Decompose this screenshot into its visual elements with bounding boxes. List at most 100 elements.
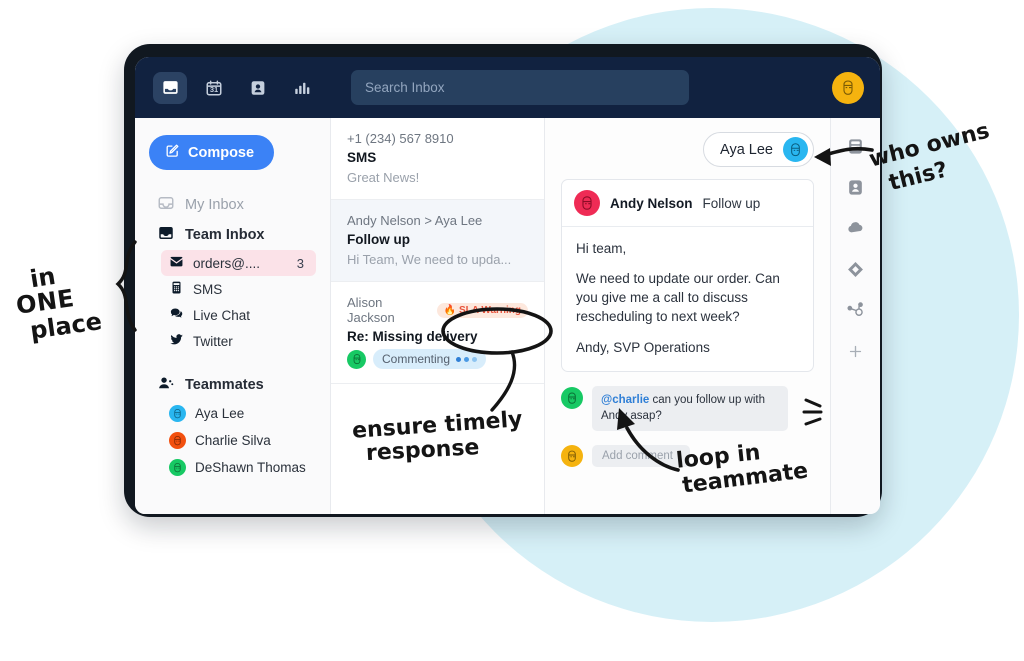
typing-dots-icon — [456, 356, 478, 362]
cloud-icon[interactable] — [845, 217, 867, 239]
message-detail-pane: Aya Lee Andy Nelson Follow up Hi team, W… — [545, 118, 830, 514]
sidebar-item-orders[interactable]: orders@.... 3 — [161, 250, 316, 276]
conversation-item[interactable]: +1 (234) 567 8910 SMS Great News! — [331, 118, 544, 200]
avatar[interactable] — [832, 71, 864, 104]
analytics-icon[interactable] — [285, 72, 319, 104]
message-paragraph: Hi team, — [576, 241, 627, 256]
hubspot-icon[interactable] — [845, 299, 867, 321]
mention-link[interactable]: @charlie — [601, 394, 649, 406]
contact-card-icon[interactable] — [845, 176, 867, 198]
avatar — [169, 459, 186, 476]
chat-bubble-icon — [169, 306, 184, 324]
commenting-pill: Commenting — [373, 349, 487, 369]
add-comment-row: Add comment — [561, 445, 814, 468]
top-navigation-bar: 31 Search Inbox — [135, 57, 880, 118]
calendar-day-label: 31 — [209, 85, 219, 94]
envelope-icon — [169, 254, 184, 272]
assignee-row: Aya Lee — [561, 132, 814, 167]
plus-icon[interactable] — [845, 340, 867, 362]
conversation-from: Andy Nelson > Aya Lee — [347, 213, 483, 228]
teammate-aya-lee[interactable]: Aya Lee — [161, 400, 316, 427]
annotation-line: in — [28, 261, 58, 294]
app-window: 31 Search Inbox Compose My Inbox Team In… — [135, 57, 880, 514]
sidebar-item-label: My Inbox — [185, 197, 244, 213]
message-paragraph: We need to update our order. Can you giv… — [576, 271, 780, 325]
sidebar: Compose My Inbox Team Inbox orders@.... … — [135, 118, 331, 514]
avatar — [169, 432, 186, 449]
avatar — [574, 190, 600, 216]
people-icon — [157, 374, 175, 396]
message-sender: Andy Nelson — [610, 195, 693, 211]
calendar-icon[interactable]: 31 — [197, 72, 231, 104]
sidebar-item-team-inbox[interactable]: Team Inbox — [149, 220, 316, 250]
sidebar-item-my-inbox[interactable]: My Inbox — [149, 190, 316, 220]
card-icon[interactable] — [845, 135, 867, 157]
conversation-from: +1 (234) 567 8910 — [347, 131, 454, 146]
inbox-icon[interactable] — [153, 71, 187, 104]
conversation-subject: SMS — [347, 150, 377, 165]
conversation-item[interactable]: Andy Nelson > Aya Lee Follow up Hi Team,… — [331, 200, 544, 282]
conversation-list: +1 (234) 567 8910 SMS Great News! Andy N… — [331, 118, 545, 514]
assignee-selector[interactable]: Aya Lee — [703, 132, 814, 167]
message-card: Andy Nelson Follow up Hi team, We need t… — [561, 179, 814, 372]
sidebar-section-label: Teammates — [185, 377, 264, 393]
conversation-subject: Follow up — [347, 232, 410, 247]
contact-icon[interactable] — [241, 72, 275, 104]
sidebar-section-teammates[interactable]: Teammates — [149, 370, 316, 400]
sidebar-item-twitter[interactable]: Twitter — [161, 328, 316, 354]
conversation-preview: Great News! — [347, 170, 420, 185]
sidebar-channel-list: orders@.... 3 SMS Live Chat Twitter — [161, 250, 316, 354]
avatar — [561, 386, 583, 409]
comment-item: @charlie can you follow up with Andy asa… — [561, 385, 814, 432]
conversation-preview: Hi Team, We need to upda... — [347, 252, 512, 267]
compose-button-label: Compose — [188, 144, 255, 161]
conversation-item[interactable]: Alison Jackson 🔥 SLA Warning Re: Missing… — [331, 282, 544, 384]
annotation-line: place — [28, 306, 104, 345]
avatar — [783, 137, 808, 162]
screenshot-stage: 31 Search Inbox Compose My Inbox Team In… — [0, 0, 1024, 661]
search-placeholder: Search Inbox — [365, 80, 445, 95]
sidebar-item-sms[interactable]: SMS — [161, 276, 316, 302]
teammate-deshawn-thomas[interactable]: DeShawn Thomas — [161, 454, 316, 481]
conversation-from: Alison Jackson — [347, 295, 395, 325]
teammate-charlie-silva[interactable]: Charlie Silva — [161, 427, 316, 454]
avatar — [347, 349, 366, 369]
avatar — [169, 405, 186, 422]
message-header: Andy Nelson Follow up — [562, 180, 813, 227]
compose-button[interactable]: Compose — [149, 135, 275, 170]
sidebar-item-label: Live Chat — [193, 307, 251, 323]
message-paragraph: Andy, SVP Operations — [576, 339, 710, 355]
add-comment-input[interactable]: Add comment — [592, 445, 690, 468]
compose-pencil-icon — [165, 143, 180, 162]
teammate-name: Aya Lee — [195, 406, 245, 421]
unread-count-badge: 3 — [296, 255, 304, 271]
conversation-subject: Re: Missing delivery — [347, 329, 478, 344]
sidebar-item-label: Twitter — [193, 333, 233, 349]
sidebar-item-label: orders@.... — [193, 255, 260, 271]
commenting-status: Commenting — [347, 349, 528, 369]
teammate-list: Aya Lee Charlie Silva DeShawn Thomas — [161, 400, 316, 481]
search-input[interactable]: Search Inbox — [351, 70, 689, 105]
assignee-name: Aya Lee — [720, 141, 773, 158]
sidebar-item-live-chat[interactable]: Live Chat — [161, 302, 316, 328]
integrations-rail — [830, 118, 880, 514]
comment-text: @charlie can you follow up with Andy asa… — [592, 385, 788, 432]
top-nav-icon-group: 31 — [153, 71, 319, 104]
inbox-filled-icon — [157, 224, 175, 246]
teammate-name: DeShawn Thomas — [195, 460, 306, 475]
mobile-icon — [169, 280, 184, 298]
sidebar-item-label: Team Inbox — [185, 227, 265, 243]
teammate-name: Charlie Silva — [195, 433, 271, 448]
annotation-line: ONE — [14, 283, 77, 320]
sidebar-nav-list: My Inbox Team Inbox orders@.... 3 SMS Li… — [149, 190, 316, 481]
diamond-icon[interactable] — [845, 258, 867, 280]
status-badge: 🔥 SLA Warning — [436, 302, 528, 318]
twitter-bird-icon — [169, 332, 184, 350]
avatar — [561, 445, 583, 468]
inbox-outline-icon — [157, 194, 175, 216]
message-subject: Follow up — [702, 195, 761, 211]
commenting-label: Commenting — [382, 352, 451, 366]
sidebar-item-label: SMS — [193, 281, 223, 297]
message-body: Hi team, We need to update our order. Ca… — [562, 227, 813, 371]
app-body: Compose My Inbox Team Inbox orders@.... … — [135, 118, 880, 514]
